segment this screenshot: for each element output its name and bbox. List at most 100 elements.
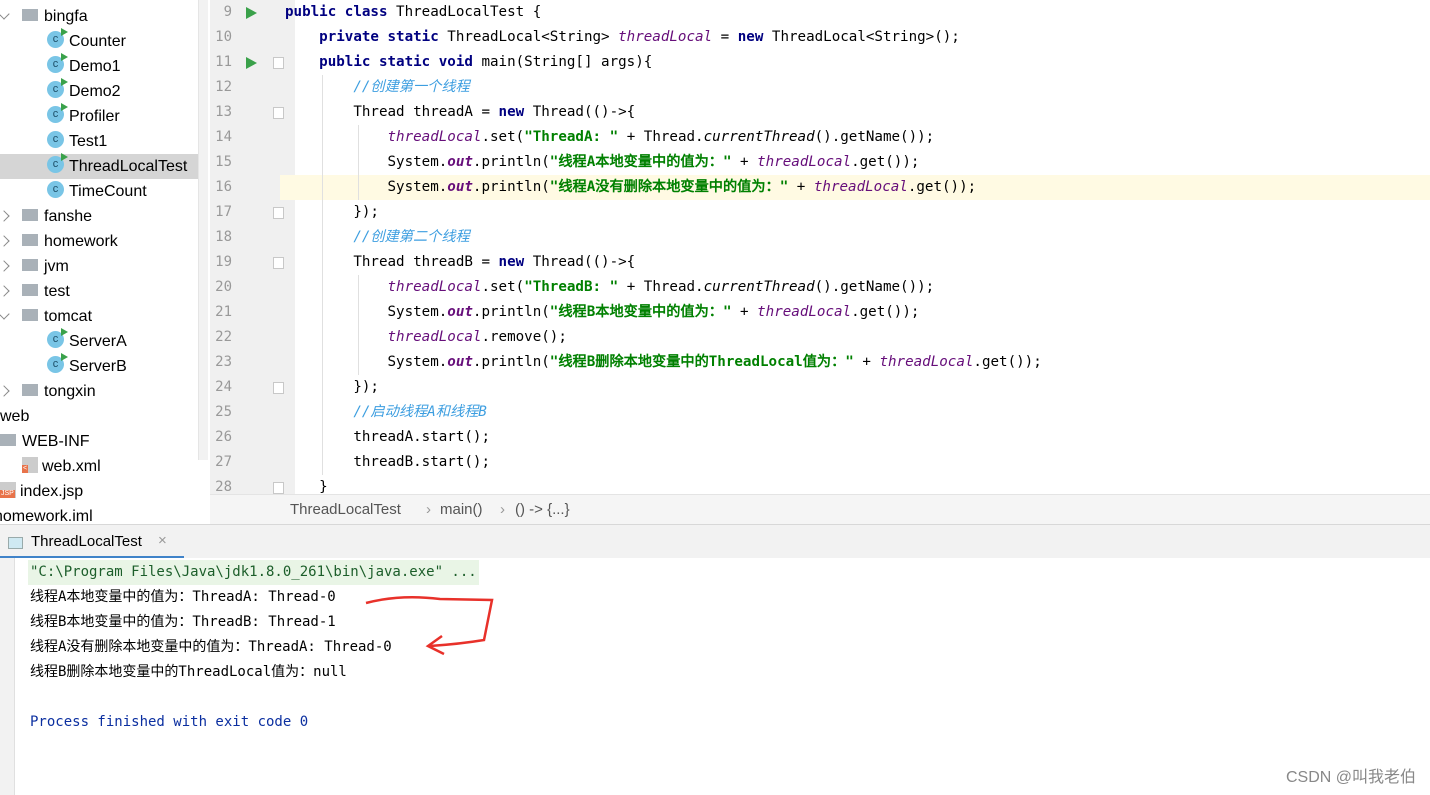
line-number: 23	[215, 354, 232, 370]
tree-item[interactable]: tomcat	[22, 304, 92, 329]
tree-item[interactable]: tongxin	[22, 379, 96, 404]
java-class-icon: c	[47, 328, 68, 349]
chevron-right-icon[interactable]	[0, 385, 10, 397]
java-class-icon: c	[47, 53, 68, 74]
code-line: public static void main(String[] args){	[285, 50, 1430, 75]
code-token: System.	[285, 154, 448, 170]
tree-item-label: WEB-INF	[22, 433, 90, 450]
console-output[interactable]: "C:\Program Files\Java\jdk1.8.0_261\bin\…	[0, 558, 1430, 795]
run-gutter-icon[interactable]	[246, 57, 257, 69]
java-class-icon: c	[47, 131, 64, 149]
code-token: threadLocal	[387, 329, 482, 345]
code-token: threadLocal	[757, 154, 852, 170]
chevron-down-icon[interactable]	[0, 8, 10, 20]
tree-item[interactable]: < web.xml	[22, 454, 101, 479]
fold-marker-icon[interactable]	[273, 207, 284, 219]
tree-item[interactable]: c Demo1	[47, 53, 121, 79]
line-number: 15	[215, 154, 232, 170]
code-token: "线程B本地变量中的值为："	[549, 304, 732, 320]
tree-item[interactable]: c ServerB	[47, 353, 127, 379]
tree-item-label: ThreadLocalTest	[69, 158, 188, 175]
run-gutter-icon[interactable]	[246, 7, 257, 19]
chevron-right-icon[interactable]	[0, 235, 10, 247]
line-number: 17	[215, 204, 232, 220]
code-token: "线程A没有删除本地变量中的值为："	[549, 179, 789, 195]
tree-item[interactable]: jvm	[22, 254, 69, 279]
java-class-icon: c	[47, 153, 68, 174]
tree-item[interactable]: fanshe	[22, 204, 92, 229]
xml-file-icon: <	[22, 456, 38, 473]
tree-scrollbar[interactable]	[198, 0, 208, 460]
code-token: .remove();	[481, 329, 567, 345]
tree-item[interactable]: WEB-INF	[0, 429, 90, 454]
java-class-icon: c	[47, 103, 68, 124]
code-token: .get());	[973, 354, 1042, 370]
code-token: Thread(()->{	[532, 254, 636, 270]
console-exit-message: Process finished with exit code 0	[30, 714, 309, 730]
run-tab[interactable]: ThreadLocalTest ×	[0, 525, 184, 559]
code-token: currentThread	[703, 129, 815, 145]
code-token: threadA.start();	[285, 429, 490, 445]
code-token: out	[447, 354, 473, 370]
tree-item-label: bingfa	[44, 8, 88, 25]
code-token: ThreadLocalTest {	[396, 4, 542, 20]
fold-marker-icon[interactable]	[273, 257, 284, 269]
tree-item[interactable]: c Demo2	[47, 78, 121, 104]
tree-item[interactable]: c ServerA	[47, 328, 127, 354]
chevron-right-icon[interactable]	[0, 210, 10, 222]
code-line: //创建第二个线程	[285, 225, 1430, 250]
code-token: =	[712, 29, 738, 45]
code-token: //启动线程A和线程B	[285, 404, 487, 420]
fold-marker-icon[interactable]	[273, 57, 284, 69]
run-tab-bar: ThreadLocalTest ×	[0, 524, 1430, 559]
chevron-down-icon[interactable]	[0, 308, 10, 320]
tree-item[interactable]: web	[0, 404, 29, 429]
tree-item[interactable]: c Counter	[47, 28, 126, 54]
tree-item-label: tomcat	[44, 308, 93, 325]
code-line: private static ThreadLocal<String> threa…	[285, 25, 1430, 50]
tree-item-label: web.xml	[42, 458, 101, 475]
code-line: System.out.println("线程B删除本地变量中的ThreadLoc…	[285, 350, 1430, 375]
project-tree: bingfa c Counter c Demo1 c Demo2 c Profiler c Test…	[0, 0, 210, 524]
code-token: out	[447, 179, 473, 195]
code-token: ().getName());	[814, 129, 935, 145]
code-line: threadB.start();	[285, 450, 1430, 475]
fold-marker-icon[interactable]	[273, 482, 284, 494]
code-line: });	[285, 375, 1430, 400]
tree-item[interactable]: c Profiler	[47, 103, 120, 129]
line-number: 25	[215, 404, 232, 420]
line-number: 13	[215, 104, 232, 120]
code-token: .get());	[907, 179, 977, 195]
tree-item[interactable]: bingfa	[22, 4, 88, 29]
chevron-right-icon[interactable]	[0, 260, 10, 272]
code-line: threadLocal.set("ThreadB: " + Thread.cur…	[285, 275, 1430, 300]
code-token: System.	[285, 179, 448, 195]
tree-item[interactable]: test	[22, 279, 70, 304]
tree-item[interactable]: homework.iml	[0, 504, 93, 524]
fold-marker-icon[interactable]	[273, 107, 284, 119]
tree-item[interactable]: c TimeCount	[47, 179, 147, 204]
code-line: System.out.println("线程B本地变量中的值为：" + thre…	[285, 300, 1430, 325]
folder-icon	[22, 283, 38, 296]
code-line: System.out.println("线程A本地变量中的值为：" + thre…	[285, 150, 1430, 175]
code-token: currentThread	[703, 279, 815, 295]
tree-item[interactable]: c Test1	[47, 129, 107, 154]
close-icon[interactable]: ×	[158, 532, 167, 549]
fold-marker-icon[interactable]	[273, 382, 284, 394]
line-number: 9	[223, 4, 232, 20]
watermark: CSDN @叫我老伯	[1285, 769, 1416, 786]
tree-item[interactable]: c ThreadLocalTest	[0, 153, 208, 179]
folder-icon	[22, 208, 38, 221]
tree-item-label: tongxin	[44, 383, 96, 400]
chevron-right-icon[interactable]	[0, 285, 10, 297]
code-token: ThreadLocal<String>();	[771, 29, 960, 45]
line-number: 10	[215, 29, 232, 45]
code-token: .get());	[851, 154, 920, 170]
code-token: threadLocal	[387, 129, 482, 145]
line-number: 24	[215, 379, 232, 395]
tree-item[interactable]: JSP index.jsp	[0, 479, 83, 504]
tree-item[interactable]: homework	[22, 229, 118, 254]
java-class-icon: c	[47, 353, 68, 374]
code-line: public class ThreadLocalTest {	[285, 0, 1430, 25]
code-token: main(String[] args){	[481, 54, 653, 70]
